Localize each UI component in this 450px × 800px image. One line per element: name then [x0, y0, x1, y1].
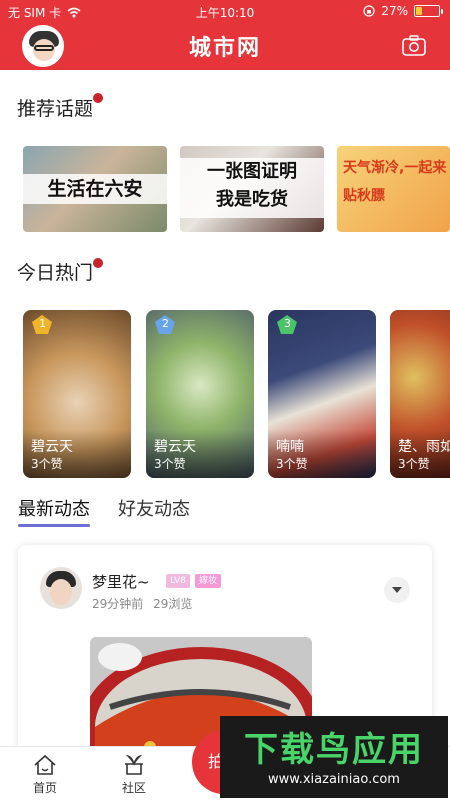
- hot-card-name: 碧云天: [31, 439, 73, 455]
- orientation-lock-icon: [363, 5, 375, 17]
- notification-dot: [93, 258, 104, 268]
- hot-card-likes: 3个赞: [154, 457, 186, 471]
- post-time: 29分钟前: [92, 597, 144, 611]
- post-views: 29浏览: [153, 597, 193, 611]
- rank-number: 1: [39, 317, 46, 330]
- battery-fill: [416, 7, 422, 15]
- rank-number: 3: [284, 317, 291, 330]
- app-title: 城市网: [188, 36, 261, 61]
- tab-friends[interactable]: 好友动态: [118, 495, 190, 521]
- topic-text: 生活在六安: [23, 174, 167, 204]
- hot-card-name: 喃喃: [276, 439, 304, 455]
- watermark-logo: 下载鸟应用 www.xiazainiao.com: [220, 716, 448, 798]
- tag-badge: 嫁妆: [195, 574, 222, 588]
- post-menu-button[interactable]: [384, 577, 410, 603]
- nav-home-label: 首页: [32, 781, 57, 795]
- hot-card-likes: 3个赞: [398, 457, 430, 471]
- hot-card[interactable]: 3 喃喃 3个赞: [268, 310, 376, 478]
- level-badge: LV8: [166, 574, 190, 588]
- hot-card-likes: 3个赞: [31, 457, 63, 471]
- recommended-section-title: 推荐话题: [17, 93, 104, 121]
- camera-icon[interactable]: [402, 35, 426, 57]
- watermark-title: 下载鸟应用: [244, 730, 424, 770]
- hot-card[interactable]: 楚、雨如 3个赞: [390, 310, 450, 478]
- nav-home[interactable]: 首页: [15, 754, 75, 796]
- status-right: 27%: [363, 4, 443, 18]
- topic-card[interactable]: 天气渐冷,一起来 贴秋膘: [337, 146, 450, 232]
- feed-tabs: 最新动态 好友动态: [18, 495, 190, 527]
- topic-text: 天气渐冷,一起来 贴秋膘: [343, 160, 447, 204]
- community-icon: [125, 754, 143, 775]
- hot-card[interactable]: 1 碧云天 3个赞: [23, 310, 131, 478]
- nav-community-label: 社区: [121, 781, 146, 795]
- top-header: 无 SIM 卡 上午10:10 27% 城市网: [0, 0, 450, 70]
- tab-latest[interactable]: 最新动态: [18, 495, 90, 527]
- topic-text: 一张图证明 我是吃货: [180, 158, 324, 218]
- rank-number: 2: [162, 317, 169, 330]
- topic-card[interactable]: 一张图证明 我是吃货: [180, 146, 324, 232]
- battery-percent: 27%: [381, 4, 408, 18]
- hot-card-name: 楚、雨如: [398, 439, 450, 455]
- nav-community[interactable]: 社区: [104, 754, 164, 796]
- hot-card-name: 碧云天: [154, 439, 196, 455]
- hot-card-likes: 3个赞: [276, 457, 308, 471]
- today-hot-section-title: 今日热门: [17, 258, 104, 285]
- topic-card[interactable]: 生活在六安: [23, 146, 167, 232]
- home-icon: [34, 754, 56, 775]
- watermark-url: www.xiazainiao.com: [268, 772, 400, 787]
- status-bar: 无 SIM 卡 上午10:10 27%: [0, 0, 450, 22]
- battery-icon: [414, 5, 443, 17]
- hot-card[interactable]: 2 碧云天 3个赞: [146, 310, 254, 478]
- notification-dot: [93, 93, 104, 103]
- post-user-name[interactable]: 梦里花~: [92, 571, 150, 592]
- post-avatar[interactable]: [40, 567, 82, 609]
- post-meta: 29分钟前 29浏览: [92, 595, 192, 612]
